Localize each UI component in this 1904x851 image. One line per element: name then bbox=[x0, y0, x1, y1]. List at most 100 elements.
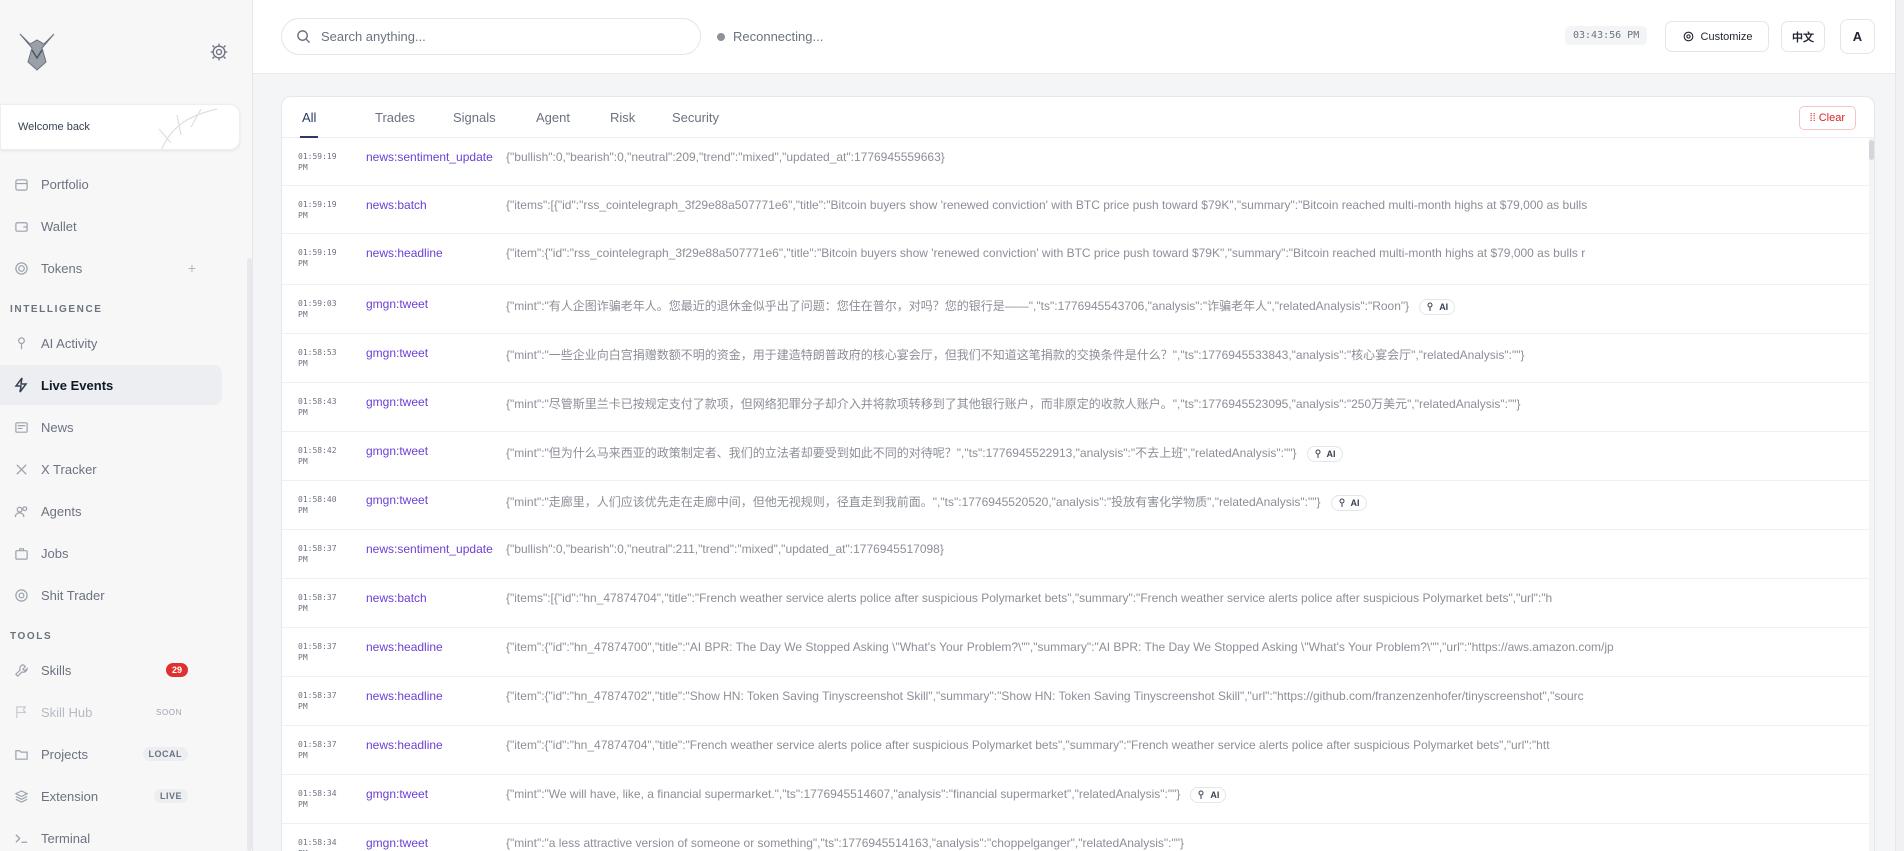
sidebar-item-projects[interactable]: Projects LOCAL bbox=[0, 734, 222, 774]
sidebar-item-agents[interactable]: Agents bbox=[0, 491, 222, 531]
event-row[interactable]: 01:59:19 PM news:headline {"item":{"id":"r… bbox=[282, 234, 1874, 285]
status-dot-icon bbox=[717, 32, 725, 41]
sidebar-item-label: Terminal bbox=[41, 830, 91, 846]
event-type: gmgn:tweet bbox=[366, 493, 429, 507]
event-type: gmgn:tweet bbox=[366, 836, 429, 850]
event-payload-text: {"item":{"id":"hn_47874704","title":"Fre… bbox=[506, 738, 1550, 752]
event-payload-text: {"mint":"We will have, like, a financial… bbox=[506, 787, 1181, 802]
tab-trades[interactable]: Trades bbox=[373, 97, 417, 138]
event-payload: {"item":{"id":"hn_47874704","title":"Fre… bbox=[506, 738, 1550, 752]
sidebar-item-shit-trader[interactable]: Shit Trader bbox=[0, 575, 222, 615]
event-payload: {"mint":"一些企业向白宫捐赠数额不明的资金，用于建造特朗普政府的核心宴会… bbox=[506, 346, 1525, 363]
tokens-icon bbox=[13, 260, 29, 276]
portfolio-icon bbox=[13, 176, 29, 192]
folder-icon bbox=[13, 746, 29, 762]
news-icon bbox=[13, 419, 29, 435]
tab-all[interactable]: All bbox=[300, 97, 319, 138]
clear-button[interactable]: ⁞⁞ Clear bbox=[1798, 106, 1856, 130]
sidebar-item-terminal[interactable]: Terminal bbox=[0, 818, 222, 851]
event-type: news:batch bbox=[366, 591, 427, 605]
tab-risk[interactable]: Risk bbox=[608, 97, 637, 138]
customize-label: Customize bbox=[1700, 30, 1753, 43]
event-row[interactable]: 01:58:37 PM news:headline {"item":{"id":"h… bbox=[282, 677, 1874, 726]
event-row[interactable]: 01:58:37 PM news:sentiment_update {"bullis… bbox=[282, 530, 1874, 579]
jobs-icon bbox=[13, 545, 29, 561]
sidebar-item-label: News bbox=[41, 419, 74, 435]
event-type: gmgn:tweet bbox=[366, 395, 429, 409]
event-payload: {"mint":"但为什么马来西亚的政策制定者、我们的立法者却要受到如此不同的对… bbox=[506, 444, 1343, 462]
event-payload-text: {"bullish":0,"bearish":0,"neutral":209,"… bbox=[506, 150, 945, 164]
sidebar-item-label: Extension bbox=[41, 788, 99, 804]
customize-button[interactable]: Customize bbox=[1665, 21, 1769, 52]
event-row[interactable]: 01:59:03 PM gmgn:tweet {"mint":"有人企图诈骗老年人。… bbox=[282, 285, 1874, 334]
event-row[interactable]: 01:58:34 PM gmgn:tweet {"mint":"a less att… bbox=[282, 824, 1874, 851]
event-row[interactable]: 01:58:37 PM news:headline {"item":{"id":"h… bbox=[282, 628, 1874, 677]
sidebar-item-tokens[interactable]: Tokens + bbox=[0, 248, 222, 288]
sidebar-item-label: Portfolio bbox=[41, 176, 89, 192]
event-row[interactable]: 01:58:53 PM gmgn:tweet {"mint":"一些企业向白宫捐赠数… bbox=[282, 334, 1874, 383]
sidebar-item-x-tracker[interactable]: X Tracker bbox=[0, 449, 222, 489]
sidebar-item-skill-hub[interactable]: Skill Hub SOON bbox=[0, 692, 222, 732]
clear-icon: ⁞⁞ bbox=[1809, 112, 1816, 124]
connection-status-text: Reconnecting... bbox=[733, 29, 824, 44]
settings-gear-icon[interactable] bbox=[209, 42, 231, 64]
user-avatar[interactable]: A bbox=[1840, 19, 1875, 54]
tab-signals[interactable]: Signals bbox=[451, 97, 498, 138]
event-time: 01:58:34 PM bbox=[298, 838, 337, 851]
event-tabs: All Trades Signals Agent Risk Security ⁞… bbox=[282, 97, 1874, 138]
event-row[interactable]: 01:58:34 PM gmgn:tweet {"mint":"We will ha… bbox=[282, 775, 1874, 824]
sidebar-item-ai-activity[interactable]: AI Activity bbox=[0, 323, 222, 363]
ai-analysis-badge[interactable]: AI bbox=[1190, 787, 1227, 803]
sidebar-item-live-events[interactable]: Live Events bbox=[0, 365, 222, 405]
event-time: 01:58:53 PM bbox=[298, 348, 337, 368]
ai-analysis-badge[interactable]: AI bbox=[1330, 494, 1367, 511]
event-row[interactable]: 01:58:40 PM gmgn:tweet {"mint":"走廊里，人们应该优先… bbox=[282, 481, 1874, 530]
sidebar-item-news[interactable]: News bbox=[0, 407, 222, 447]
event-row[interactable]: 01:58:43 PM gmgn:tweet {"mint":"尽管斯里兰卡已按规定… bbox=[282, 383, 1874, 432]
event-time: 01:59:19 PM bbox=[298, 152, 337, 172]
flag-icon bbox=[13, 704, 29, 720]
event-row[interactable]: 01:59:19 PM news:sentiment_update {"bullis… bbox=[282, 138, 1874, 186]
live-events-panel: All Trades Signals Agent Risk Security ⁞… bbox=[281, 96, 1875, 851]
sidebar-scrollbar[interactable] bbox=[247, 258, 252, 851]
event-payload-text: {"mint":"尽管斯里兰卡已按规定支付了款项，但网络犯罪分子却介入并将款项转… bbox=[506, 397, 1521, 411]
add-token-plus-icon[interactable]: + bbox=[188, 260, 196, 276]
search-input[interactable] bbox=[321, 29, 661, 44]
sidebar-item-skills[interactable]: Skills 29 bbox=[0, 650, 222, 690]
tab-security[interactable]: Security bbox=[670, 97, 721, 138]
sidebar: Welcome back Portfolio Wallet Tokens + I… bbox=[0, 0, 253, 851]
sidebar-item-extension[interactable]: Extension LIVE bbox=[0, 776, 222, 816]
sidebar-item-wallet[interactable]: Wallet bbox=[0, 206, 222, 246]
scrollbar-thumb[interactable] bbox=[1869, 140, 1874, 160]
event-payload-text: {"item":{"id":"hn_47874700","title":"AI … bbox=[506, 640, 1614, 654]
event-row[interactable]: 01:58:37 PM news:batch {"items":[{"id":"hn… bbox=[282, 579, 1874, 628]
sidebar-item-jobs[interactable]: Jobs bbox=[0, 533, 222, 573]
tab-agent[interactable]: Agent bbox=[534, 97, 572, 138]
event-row[interactable]: 01:58:37 PM news:headline {"item":{"id":"h… bbox=[282, 726, 1874, 775]
app-logo[interactable] bbox=[14, 28, 60, 74]
page-scrollbar[interactable] bbox=[1895, 0, 1904, 851]
wrench-icon bbox=[13, 662, 29, 678]
sidebar-item-label: Tokens bbox=[41, 260, 83, 276]
section-title-tools: TOOLS bbox=[10, 631, 53, 642]
event-row[interactable]: 01:59:19 PM news:batch {"items":[{"id":"rs… bbox=[282, 186, 1874, 234]
events-scrollbar[interactable] bbox=[1869, 138, 1874, 851]
ai-analysis-badge[interactable]: AI bbox=[1419, 298, 1456, 315]
language-toggle-button[interactable]: 中文 bbox=[1781, 21, 1825, 52]
ai-analysis-badge[interactable]: AI bbox=[1306, 445, 1343, 462]
ai-activity-icon bbox=[13, 335, 29, 351]
lightbulb-icon bbox=[1339, 498, 1344, 507]
search-box[interactable] bbox=[281, 18, 701, 55]
sidebar-item-label: Skills bbox=[41, 662, 72, 678]
search-icon bbox=[297, 30, 311, 44]
skills-count-badge: 29 bbox=[165, 663, 188, 677]
sidebar-item-label: Projects bbox=[41, 746, 88, 762]
trader-icon bbox=[13, 587, 29, 603]
welcome-card: Welcome back bbox=[0, 104, 240, 150]
ai-badge-label: AI bbox=[1439, 301, 1449, 312]
event-payload: {"bullish":0,"bearish":0,"neutral":209,"… bbox=[506, 150, 945, 164]
event-time: 01:59:19 PM bbox=[298, 200, 337, 220]
event-row[interactable]: 01:58:42 PM gmgn:tweet {"mint":"但为什么马来西亚的政… bbox=[282, 432, 1874, 481]
sidebar-item-portfolio[interactable]: Portfolio bbox=[0, 164, 222, 204]
lightbulb-icon bbox=[1315, 449, 1320, 458]
